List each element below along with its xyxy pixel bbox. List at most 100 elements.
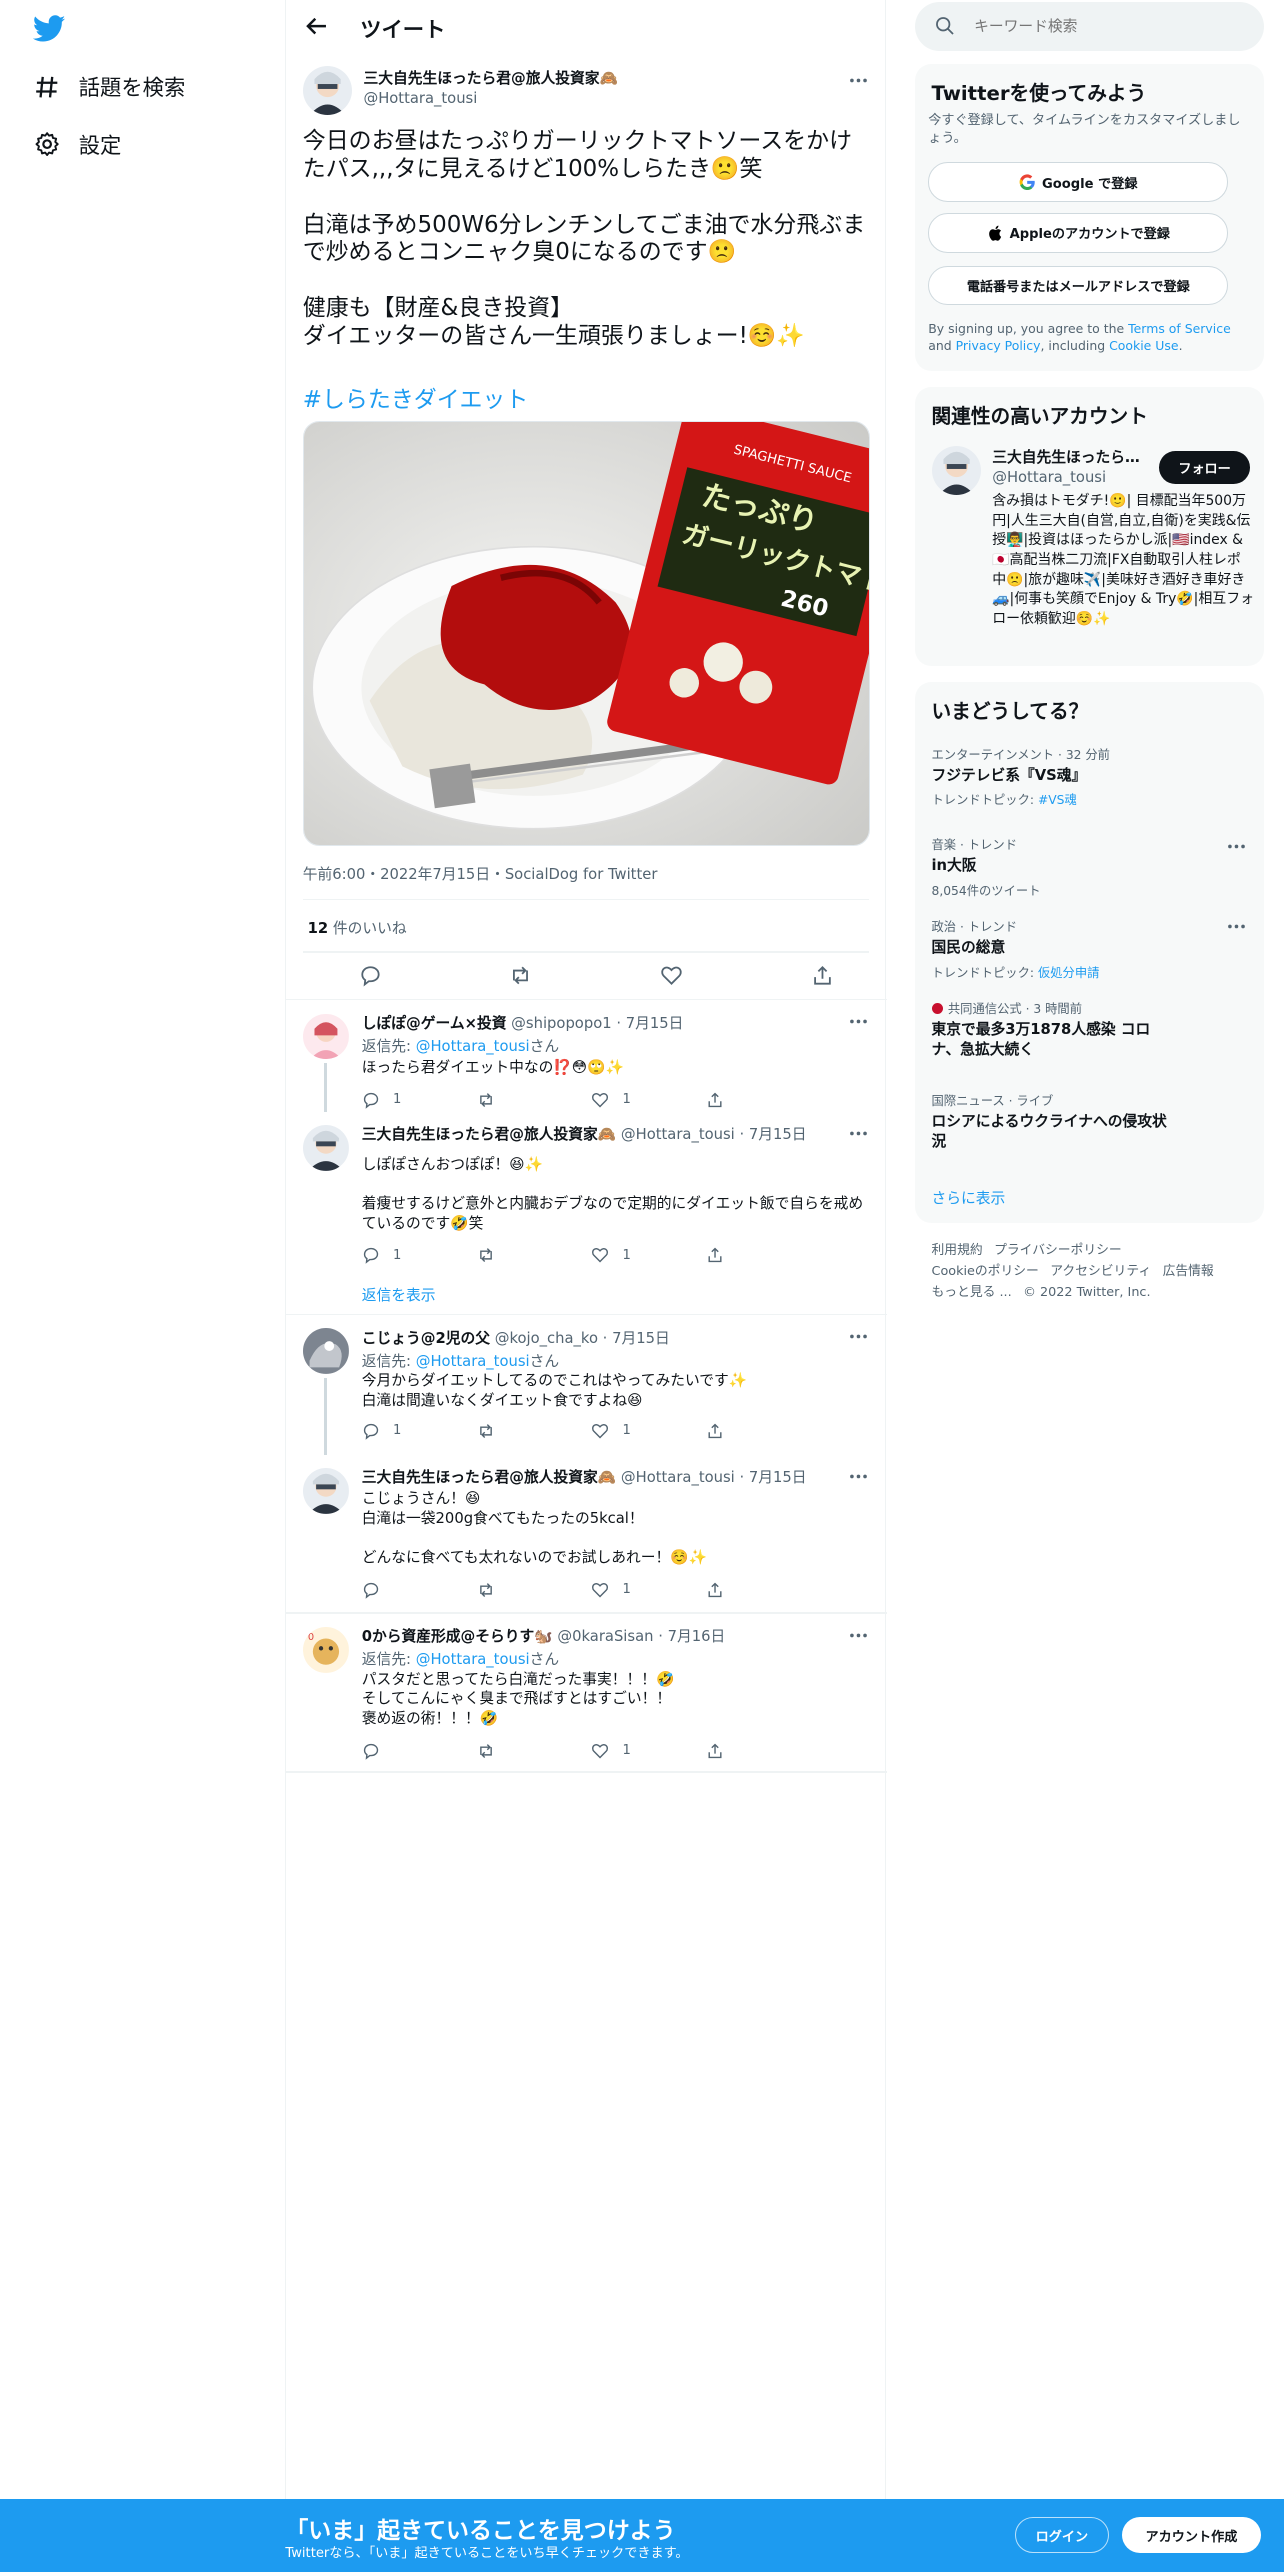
reply-icon[interactable]	[359, 964, 382, 987]
back-arrow-icon[interactable]	[303, 13, 329, 39]
footer-link[interactable]: 利用規約	[932, 1243, 983, 1258]
google-signup-button[interactable]: Google で登録	[928, 162, 1229, 202]
reply-button[interactable]: 1	[362, 1091, 460, 1109]
search-input[interactable]	[970, 16, 1250, 37]
twitter-bird-icon[interactable]	[32, 15, 66, 43]
more-options-icon[interactable]	[847, 1010, 870, 1033]
reply-to-link[interactable]: @Hottara_tousi	[416, 1353, 530, 1370]
like-icon[interactable]	[660, 964, 683, 987]
reply-author-name[interactable]: しぽぽ@ゲーム×投資	[362, 1015, 507, 1032]
share-button[interactable]	[706, 1742, 804, 1760]
reply-author-handle[interactable]: @kojo_cha_ko	[495, 1330, 598, 1347]
share-button[interactable]	[706, 1246, 804, 1264]
reply-tweet[interactable]: しぽぽ@ゲーム×投資 @shipopopo1 · 7月15日 返信先: @Hot…	[286, 1000, 886, 1112]
privacy-link[interactable]: Privacy Policy	[956, 338, 1041, 353]
trend-item[interactable]: 共同通信公式 · 3 時間前 東京で最多3万1878人感染 コロナ、急拡大続く	[931, 999, 1244, 1060]
related-account-handle[interactable]: @Hottara_tousi	[992, 469, 1106, 486]
reply-tweet[interactable]: こじょう@2児の父 @kojo_cha_ko · 7月15日 返信先: @Hot…	[286, 1315, 886, 1454]
footer-link[interactable]: 広告情報	[1163, 1264, 1214, 1279]
share-button[interactable]	[706, 1422, 804, 1440]
reply-author-name[interactable]: 三大自先生ほったら君@旅人投資家🙈	[362, 1126, 616, 1143]
hashtag-link[interactable]: #しらたきダイエット	[303, 380, 529, 414]
more-options-icon[interactable]	[847, 1624, 870, 1647]
reply-to-link[interactable]: @Hottara_tousi	[416, 1651, 530, 1668]
like-button[interactable]: 1	[591, 1742, 689, 1760]
more-options-icon[interactable]	[847, 69, 870, 92]
reply-tweet[interactable]: 三大自先生ほったら君@旅人投資家🙈 @Hottara_tousi · 7月15日…	[286, 1455, 886, 1612]
reply-author-handle[interactable]: @Hottara_tousi	[621, 1126, 735, 1143]
trend-item[interactable]: エンターテインメント · 32 分前 フジテレビ系『VS魂』 トレンドトピック:…	[932, 745, 1244, 809]
reply-to-link[interactable]: @Hottara_tousi	[416, 1038, 530, 1055]
footer-link[interactable]: プライバシーポリシー	[994, 1243, 1122, 1258]
terms-link[interactable]: Terms of Service	[1128, 321, 1231, 336]
signup-button[interactable]: アカウント作成	[1121, 2517, 1262, 2554]
cookie-link[interactable]: Cookie Use	[1109, 338, 1179, 353]
retweet-button[interactable]	[477, 1091, 575, 1109]
retweet-button[interactable]	[477, 1742, 575, 1760]
footer-link[interactable]: Cookieのポリシー	[932, 1264, 1039, 1279]
more-options-icon[interactable]	[847, 1465, 870, 1488]
phone-email-signup-button[interactable]: 電話番号またはメールアドレスで登録	[928, 265, 1229, 306]
trend-sub-link[interactable]: 仮処分申請	[1038, 966, 1100, 980]
reply-button[interactable]	[362, 1742, 460, 1760]
reply-author-name[interactable]: 三大自先生ほったら君@旅人投資家🙈	[362, 1469, 616, 1486]
more-options-icon[interactable]	[847, 1325, 870, 1348]
reply-date[interactable]: 7月15日	[626, 1015, 684, 1032]
login-button[interactable]: ログイン	[1015, 2517, 1109, 2554]
avatar[interactable]	[302, 1125, 349, 1171]
trend-item[interactable]: 音楽 · トレンド in大阪 8,054件のツイート	[932, 835, 1244, 899]
likes-count[interactable]: 12 件のいいね	[308, 917, 407, 938]
author-handle[interactable]: @Hottara_tousi	[363, 90, 477, 107]
like-button[interactable]: 1	[591, 1246, 689, 1264]
reply-date[interactable]: 7月15日	[612, 1330, 670, 1347]
avatar[interactable]	[931, 446, 981, 496]
retweet-button[interactable]	[477, 1581, 575, 1599]
apple-signup-button[interactable]: Appleのアカウントで登録	[928, 213, 1229, 253]
related-account-name[interactable]: 三大自先生ほったら君@旅人投資家🙈	[992, 446, 1148, 467]
retweet-button[interactable]	[477, 1422, 575, 1440]
retweet-button[interactable]	[477, 1246, 575, 1264]
reply-date[interactable]: 7月16日	[668, 1628, 726, 1645]
retweet-icon[interactable]	[509, 964, 532, 987]
share-icon[interactable]	[811, 964, 834, 987]
more-options-icon[interactable]	[847, 1122, 870, 1145]
trend-sub-link[interactable]: #VS魂	[1038, 793, 1077, 807]
reply-author-handle[interactable]: @Hottara_tousi	[621, 1469, 735, 1486]
reply-button[interactable]: 1	[362, 1422, 460, 1440]
search-box[interactable]	[915, 1, 1265, 51]
like-button[interactable]: 1	[591, 1581, 689, 1599]
reply-tweet[interactable]: 0 0から資産形成@そらりす🐿️ @0karaSisan · 7月16日 返信先…	[286, 1614, 886, 1771]
share-button[interactable]	[706, 1581, 804, 1599]
nav-settings[interactable]: 設定	[33, 120, 121, 169]
like-button[interactable]: 1	[591, 1091, 689, 1109]
trend-item[interactable]: 政治 · トレンド 国民の総意 トレンドトピック: 仮処分申請	[932, 917, 1244, 981]
footer-link[interactable]: もっと見る ...	[932, 1285, 1012, 1300]
tweet-photo[interactable]: たっぷり ガーリックトマト 260 SPAGHETTI SAUCE	[302, 421, 871, 847]
reply-date[interactable]: 7月15日	[749, 1469, 807, 1486]
more-options-icon[interactable]	[1225, 915, 1248, 938]
avatar[interactable]: 0	[302, 1626, 349, 1673]
reply-tweet[interactable]: 三大自先生ほったら君@旅人投資家🙈 @Hottara_tousi · 7月15日…	[286, 1112, 886, 1309]
reply-button[interactable]	[362, 1581, 460, 1599]
show-more-link[interactable]: さらに表示	[932, 1187, 1006, 1208]
avatar[interactable]	[302, 1013, 349, 1060]
avatar[interactable]	[302, 1328, 349, 1375]
share-button[interactable]	[706, 1091, 804, 1109]
more-options-icon[interactable]	[1225, 835, 1248, 858]
footer-link[interactable]: アクセシビリティ	[1050, 1264, 1151, 1279]
avatar[interactable]	[302, 65, 352, 115]
show-replies-link[interactable]: 返信を表示	[362, 1284, 436, 1305]
reply-author-name[interactable]: こじょう@2児の父	[362, 1330, 490, 1347]
reply-button[interactable]: 1	[362, 1246, 460, 1265]
share-icon	[708, 1092, 722, 1107]
nav-explore[interactable]: 話題を検索	[33, 62, 185, 111]
reply-date[interactable]: 7月15日	[749, 1126, 807, 1143]
author-name[interactable]: 三大自先生ほったら君@旅人投資家🙈	[363, 67, 617, 88]
follow-button[interactable]: フォロー	[1159, 450, 1250, 484]
trend-item[interactable]: 国際ニュース · ライブ ロシアによるウクライナへの侵攻状況	[932, 1091, 1244, 1152]
reply-author-handle[interactable]: @0karaSisan	[557, 1628, 653, 1645]
avatar[interactable]	[302, 1467, 349, 1514]
like-button[interactable]: 1	[591, 1422, 689, 1440]
reply-author-name[interactable]: 0から資産形成@そらりす🐿️	[362, 1628, 553, 1645]
reply-author-handle[interactable]: @shipopopo1	[511, 1015, 611, 1032]
